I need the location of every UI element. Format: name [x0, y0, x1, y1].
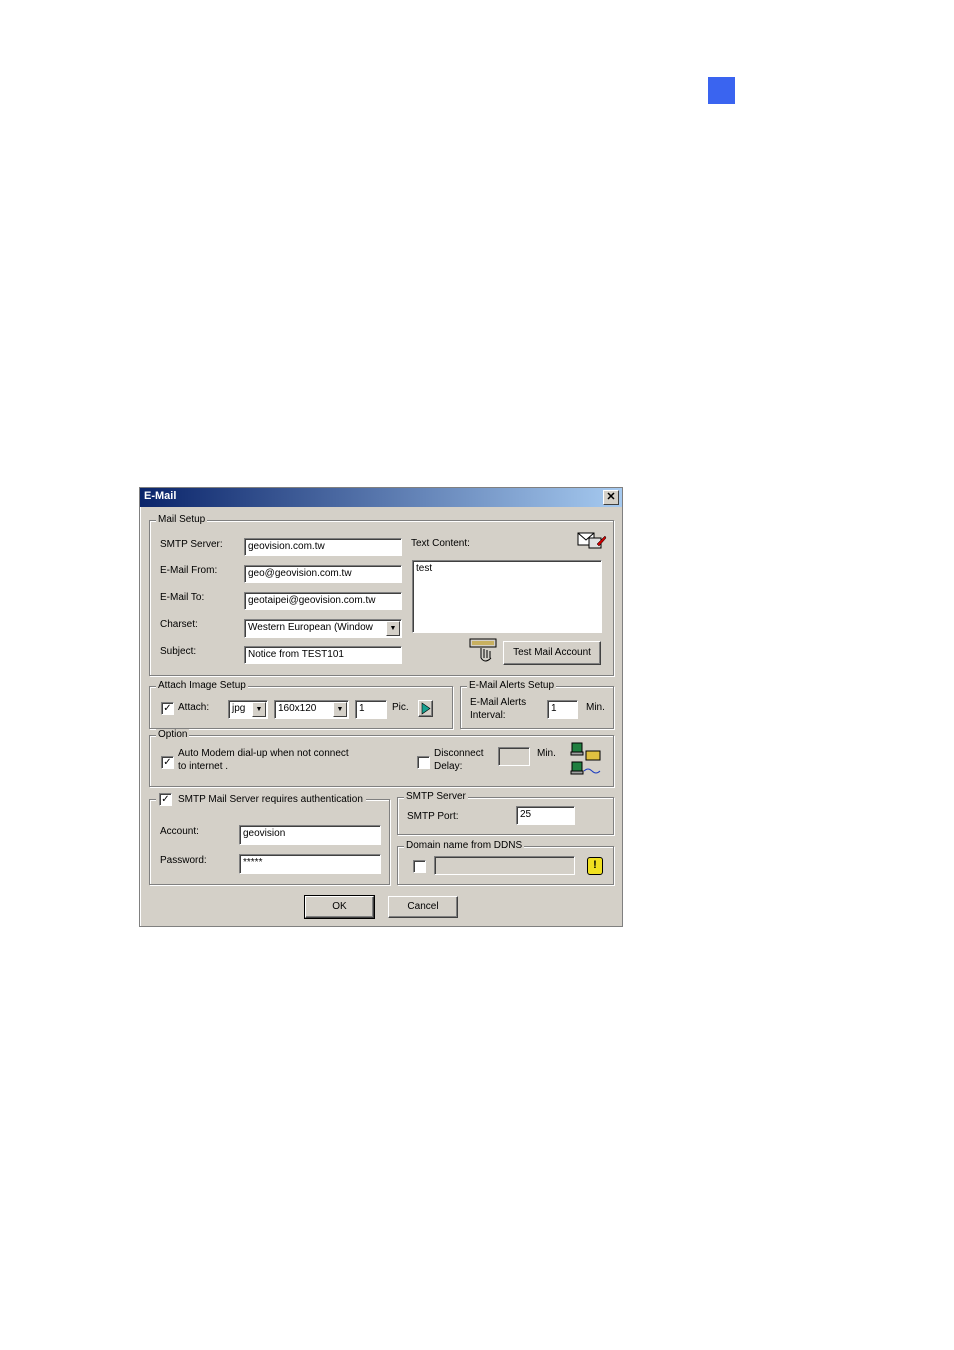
auto-modem-label-line1: Auto Modem dial-up when not connect	[178, 748, 349, 759]
alerts-interval-input[interactable]: 1	[547, 700, 578, 719]
mail-setup-legend: Mail Setup	[156, 514, 208, 525]
mail-setup-group: Mail Setup SMTP Server: geovision.com.tw…	[149, 514, 614, 676]
ddns-domain-input[interactable]	[434, 856, 575, 875]
ddns-group: Domain name from DDNS !	[397, 840, 614, 885]
subject-input[interactable]: Notice from TEST101	[244, 646, 402, 664]
charset-value: Western European (Window	[248, 622, 373, 633]
play-arrow-icon[interactable]	[418, 700, 433, 717]
chevron-down-icon[interactable]: ▼	[386, 621, 400, 636]
pic-count-input[interactable]: 1	[355, 700, 387, 719]
cancel-button[interactable]: Cancel	[388, 896, 458, 918]
smtp-server-legend: SMTP Server	[404, 791, 468, 802]
password-input[interactable]: *****	[239, 854, 381, 874]
smtp-server-input[interactable]: geovision.com.tw	[244, 538, 402, 556]
option-group: Option ✓ Auto Modem dial-up when not con…	[149, 729, 614, 787]
image-size-value: 160x120	[278, 703, 317, 714]
chevron-down-icon[interactable]: ▼	[333, 702, 347, 717]
image-size-select[interactable]: 160x120 ▼	[274, 700, 349, 719]
title-bar: E-Mail ✕	[140, 488, 622, 507]
disconnect-delay-input[interactable]	[498, 747, 530, 766]
smtp-port-input[interactable]: 25	[516, 806, 575, 825]
alerts-interval-label-line1: E-Mail Alerts	[470, 697, 527, 708]
hand-pointer-icon	[468, 636, 500, 666]
alerts-interval-unit: Min.	[586, 702, 605, 713]
auto-modem-checkbox[interactable]: ✓	[161, 756, 174, 769]
page-marker	[708, 77, 735, 104]
charset-label: Charset:	[160, 619, 198, 630]
account-input[interactable]: geovision	[239, 825, 381, 845]
text-content-label: Text Content:	[411, 538, 470, 549]
email-alerts-legend: E-Mail Alerts Setup	[467, 680, 557, 691]
email-alerts-group: E-Mail Alerts Setup E-Mail Alerts Interv…	[460, 680, 614, 729]
smtp-auth-group: ✓ SMTP Mail Server requires authenticati…	[149, 793, 390, 885]
ddns-checkbox[interactable]	[413, 860, 426, 873]
text-content-textarea[interactable]: test	[412, 560, 602, 633]
account-label: Account:	[160, 826, 199, 837]
disconnect-label-line1: Disconnect	[434, 748, 484, 759]
warning-icon[interactable]: !	[587, 857, 603, 875]
option-legend: Option	[156, 729, 190, 740]
charset-select[interactable]: Western European (Window ▼	[244, 619, 402, 638]
chevron-down-icon[interactable]: ▼	[252, 702, 266, 717]
subject-label: Subject:	[160, 646, 197, 657]
email-compose-icon	[575, 530, 607, 554]
smtp-port-label: SMTP Port:	[407, 811, 459, 822]
attach-image-group: Attach Image Setup ✓ Attach: jpg ▼ 160x1…	[149, 680, 453, 729]
password-label: Password:	[160, 855, 207, 866]
alerts-interval-label-line2: Interval:	[470, 710, 506, 721]
attach-image-legend: Attach Image Setup	[156, 680, 248, 691]
email-to-label: E-Mail To:	[160, 592, 205, 603]
ok-button[interactable]: OK	[304, 895, 375, 919]
smtp-auth-label: SMTP Mail Server requires authentication	[178, 794, 363, 805]
image-format-select[interactable]: jpg ▼	[228, 700, 268, 719]
image-format-value: jpg	[232, 703, 246, 714]
email-dialog: E-Mail ✕ Mail Setup SMTP Server: geovisi…	[139, 487, 623, 927]
disconnect-delay-checkbox[interactable]	[417, 756, 430, 769]
email-to-input[interactable]: geotaipei@geovision.com.tw	[244, 592, 402, 610]
pic-label: Pic.	[392, 702, 409, 713]
attach-label: Attach:	[178, 702, 210, 713]
disconnect-label-line2: Delay:	[434, 761, 463, 772]
ddns-legend: Domain name from DDNS	[404, 840, 525, 851]
disconnect-delay-unit: Min.	[537, 748, 556, 759]
smtp-auth-checkbox[interactable]: ✓	[159, 793, 172, 806]
close-button[interactable]: ✕	[603, 490, 619, 505]
modem-network-icon	[570, 741, 604, 777]
attach-checkbox[interactable]: ✓	[161, 702, 174, 715]
smtp-server-group: SMTP Server SMTP Port: 25	[397, 791, 614, 835]
email-from-label: E-Mail From:	[160, 565, 218, 576]
smtp-auth-header: ✓ SMTP Mail Server requires authenticati…	[156, 793, 366, 807]
dialog-title: E-Mail	[144, 490, 177, 502]
auto-modem-label-line2: to internet .	[178, 761, 229, 772]
test-mail-account-button[interactable]: Test Mail Account	[503, 641, 601, 665]
email-from-input[interactable]: geo@geovision.com.tw	[244, 565, 402, 583]
smtp-server-label: SMTP Server:	[160, 539, 223, 550]
